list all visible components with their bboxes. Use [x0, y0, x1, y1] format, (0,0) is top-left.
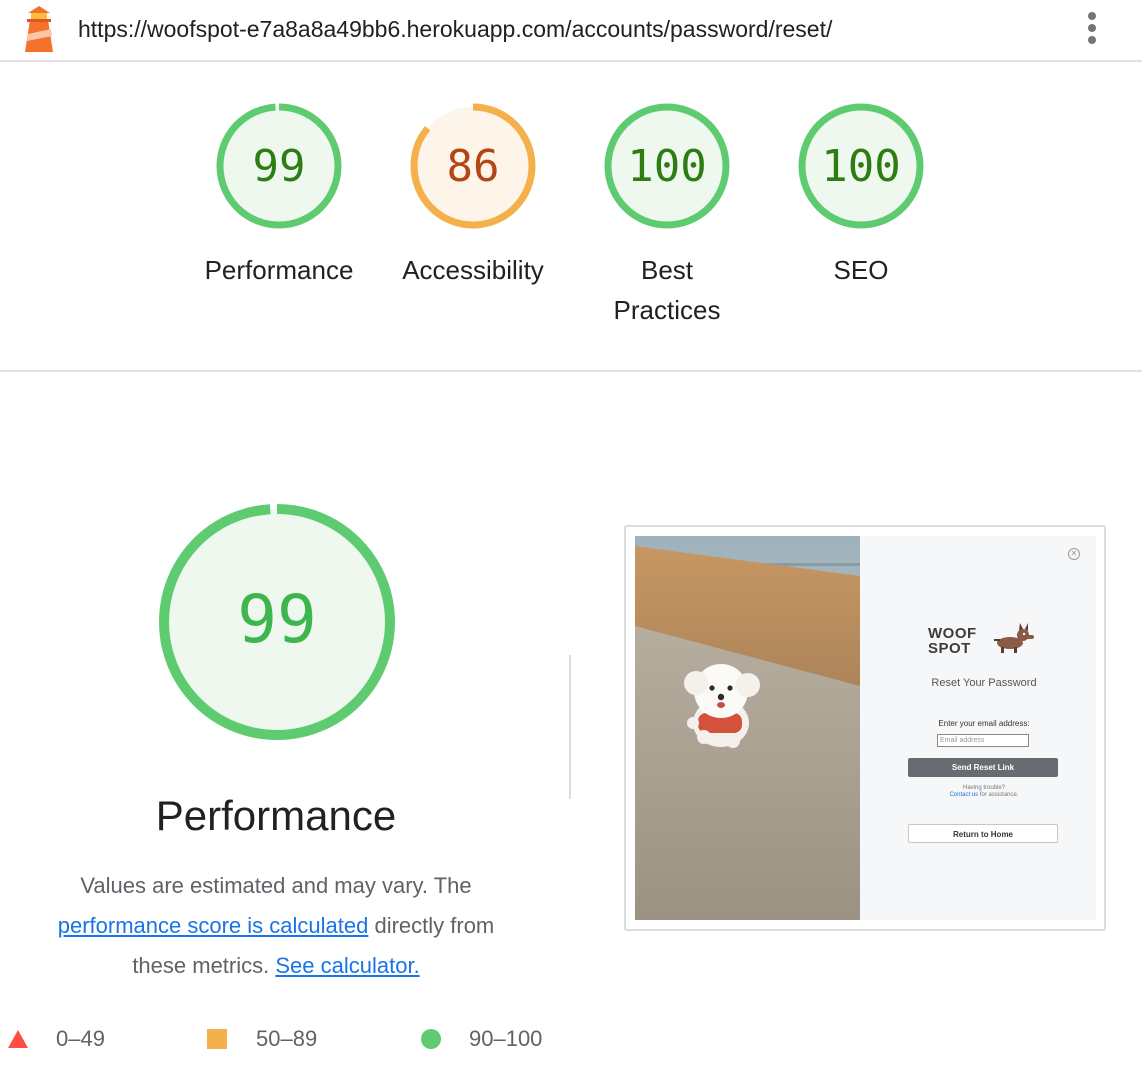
performance-description: Values are estimated and may vary. The p… [24, 866, 528, 986]
triangle-icon [8, 1030, 28, 1048]
gauge-best-practices[interactable]: 100 [602, 101, 732, 231]
performance-title: Performance [155, 792, 397, 839]
square-icon [207, 1029, 227, 1049]
desc-text: Values are estimated and may vary. The [80, 873, 472, 898]
gauge-label-seo: SEO [833, 255, 889, 285]
logo-text: SPOT [928, 640, 971, 657]
legend-pass: 90–100 [421, 1022, 561, 1056]
legend-label: 0–49 [56, 1026, 105, 1051]
final-screenshot[interactable]: ✕ WOOF SPOT Reset Your Password Enter yo… [624, 525, 1106, 931]
reset-title: Reset Your Password [931, 677, 1037, 689]
more-vert-icon[interactable] [1082, 12, 1102, 48]
contact-suffix: for assistance. [979, 792, 1019, 798]
section-divider [0, 370, 1142, 372]
gauge-score: 99 [237, 581, 316, 658]
woofspot-logo: WOOF SPOT [928, 626, 977, 656]
gauge-score: 86 [447, 141, 500, 192]
send-reset-link-button[interactable]: Send Reset Link [908, 758, 1058, 777]
dog-logo-icon [994, 623, 1034, 653]
help-text: Having trouble? Contact us for assistanc… [860, 785, 1108, 799]
see-calculator-link[interactable]: See calculator. [275, 953, 419, 978]
desc-text: these metrics. [132, 953, 270, 978]
legend-label: 90–100 [469, 1026, 543, 1051]
vertical-divider [569, 655, 571, 799]
circle-icon [421, 1029, 441, 1049]
desc-text: directly from [374, 913, 495, 938]
gauge-label-accessibility: Accessibility [402, 255, 544, 285]
gauge-label-line: Practices [613, 295, 721, 325]
gauge-label-line: Best [640, 255, 694, 285]
gauge-score: 100 [627, 141, 706, 192]
performance-gauge-large: 99 [156, 501, 398, 743]
email-label: Enter your email address: [938, 719, 1030, 728]
score-calculated-link[interactable]: performance score is calculated [58, 913, 369, 938]
report-url[interactable]: https://woofspot-e7a8a8a49bb6.herokuapp.… [78, 16, 832, 43]
legend-average: 50–89 [207, 1022, 337, 1056]
reset-panel: ✕ WOOF SPOT Reset Your Password Enter yo… [860, 536, 1096, 920]
gauge-score: 99 [253, 141, 306, 192]
email-field[interactable]: Email address [937, 734, 1029, 747]
legend-fail: 0–49 [8, 1022, 128, 1056]
lighthouse-icon [25, 6, 53, 52]
gauge-label-performance: Performance [204, 255, 354, 285]
trouble-text: Having trouble? [962, 785, 1006, 791]
contact-link[interactable]: Contact us [949, 792, 978, 798]
gauge-seo[interactable]: 100 [796, 101, 926, 231]
gauge-performance[interactable]: 99 [214, 101, 344, 231]
return-home-button[interactable]: Return to Home [908, 824, 1058, 843]
close-circle-icon[interactable]: ✕ [1068, 548, 1080, 560]
gauge-label-best-practices: Best Practices [572, 250, 762, 330]
gauge-score: 100 [821, 141, 900, 192]
logo-text: WOOF [928, 625, 977, 642]
report-header: https://woofspot-e7a8a8a49bb6.herokuapp.… [0, 0, 1142, 62]
dog-photo [635, 536, 860, 920]
gauge-accessibility[interactable]: 86 [408, 101, 538, 231]
legend-label: 50–89 [256, 1026, 318, 1051]
